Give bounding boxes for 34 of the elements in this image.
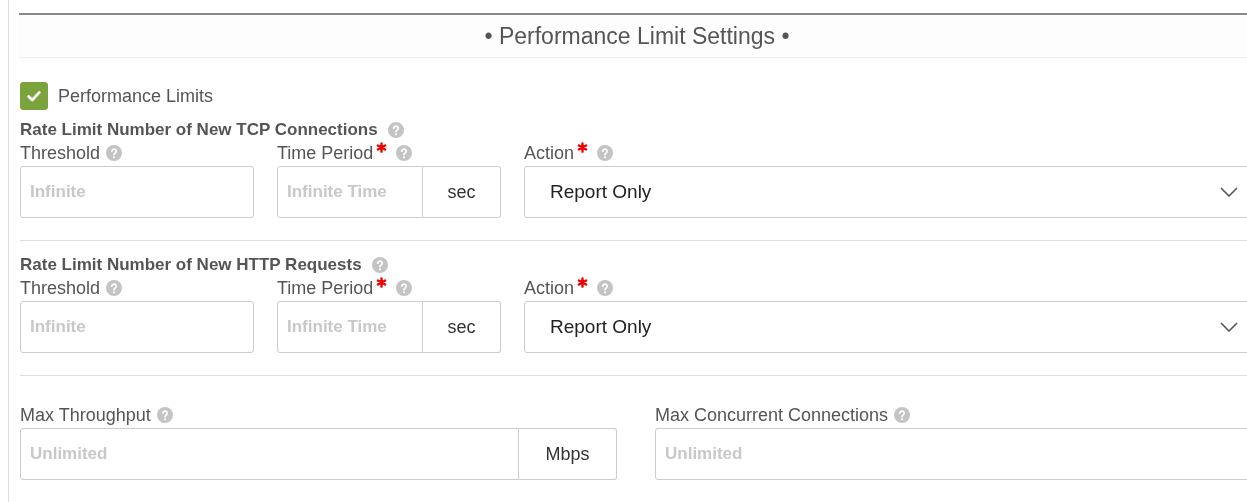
required-asterisk-icon [376, 142, 388, 153]
action-dropdown[interactable]: Report Only [524, 166, 1247, 218]
section-heading: Rate Limit Number of New HTTP Requests [20, 255, 362, 275]
chevron-down-icon [1220, 322, 1238, 332]
section-title: • Performance Limit Settings • [484, 22, 790, 50]
unit-addon: sec [423, 166, 501, 218]
required-asterisk-icon [577, 142, 589, 153]
required-asterisk-icon [376, 277, 388, 288]
help-icon[interactable] [597, 145, 614, 161]
help-icon[interactable] [156, 407, 173, 423]
checkbox-label: Performance Limits [58, 85, 214, 107]
field-label: Max Throughput [20, 404, 151, 426]
help-icon[interactable] [597, 280, 614, 296]
help-icon[interactable] [387, 122, 404, 138]
required-asterisk-icon [577, 277, 589, 288]
field-label: Max Concurrent Connections [655, 404, 889, 426]
field-label: Time Period [277, 142, 374, 164]
field-label: Threshold [20, 142, 101, 164]
field-label: Action [524, 142, 575, 164]
checkbox[interactable] [20, 82, 48, 110]
unit-addon: sec [423, 301, 501, 353]
section-heading: Rate Limit Number of New TCP Connections [20, 120, 378, 140]
field-label: Time Period [277, 277, 374, 299]
help-icon[interactable] [396, 145, 413, 161]
field-label: Action [524, 277, 575, 299]
help-icon[interactable] [106, 280, 123, 296]
help-icon[interactable] [371, 257, 388, 273]
unit-addon: Mbps [519, 428, 617, 480]
help-icon[interactable] [894, 407, 911, 423]
help-icon[interactable] [106, 145, 123, 161]
help-icon[interactable] [396, 280, 413, 296]
action-dropdown[interactable]: Report Only [524, 301, 1247, 353]
chevron-down-icon [1220, 187, 1238, 197]
field-label: Threshold [20, 277, 101, 299]
